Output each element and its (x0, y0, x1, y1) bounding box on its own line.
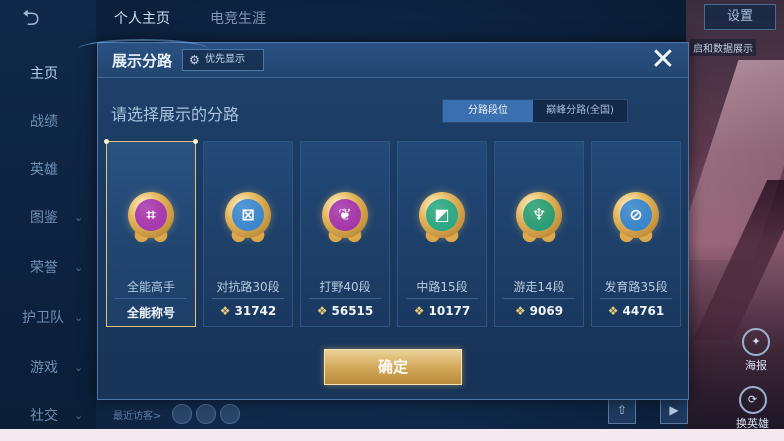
lane-card-value: ❖ 44761 (592, 304, 680, 318)
confirm-button[interactable]: 确定 (324, 349, 462, 385)
up-arrow-button[interactable]: ⇧ (608, 396, 636, 424)
lane-card-label: 发育路35段 (604, 280, 668, 294)
sidebar-item[interactable]: 英雄 (0, 158, 96, 182)
lane-card-value-text: 9069 (529, 304, 564, 318)
chevron-down-icon: ⌄ (74, 409, 84, 422)
lane-card-value-text: 31742 (234, 304, 277, 318)
sidebar-item-label: 图鉴 (30, 210, 58, 226)
sidebar-item[interactable]: 战绩 (0, 110, 96, 134)
roam-icon: ♆ (516, 192, 562, 245)
sidebar-item-label: 主页 (30, 66, 58, 82)
visitor-avatar[interactable] (172, 404, 192, 424)
gear-icon: ⚙ (189, 53, 200, 67)
sidebar-item-label: 荣誉 (30, 260, 58, 276)
priority-display-label: 优先显示 (205, 54, 245, 65)
tab-peak-lane-national[interactable]: 巅峰分路(全国) (533, 100, 627, 122)
all-round-icon: ⌗ (128, 192, 174, 245)
lane-card-label: 打野40段 (319, 280, 371, 294)
chevron-down-icon: ⌄ (74, 211, 84, 224)
display-lane-modal: 展示分路 ⚙ 优先显示 ✕ 请选择展示的分路 分路段位 巅峰分路(全国) ⌗ 全能… (78, 39, 689, 400)
chevron-down-icon: ⌄ (74, 361, 84, 374)
modal-title: 展示分路 (112, 52, 173, 70)
divider (503, 298, 575, 299)
sidebar-item[interactable]: 游戏 ⌄ (0, 356, 96, 380)
hero-artwork-background (673, 0, 784, 441)
tab-profile[interactable]: 个人主页 (114, 8, 170, 28)
visitor-avatar[interactable] (220, 404, 240, 424)
sidebar-item[interactable]: 荣誉 ⌄ (0, 256, 96, 280)
sidebar-item[interactable]: 护卫队 ⌄ (0, 306, 96, 330)
modal-subtitle: 请选择展示的分路 (111, 105, 240, 124)
recent-visitors-link[interactable]: 最近访客> (113, 407, 161, 422)
power-points-icon: ❖ (316, 304, 328, 318)
sidebar-item-label: 战绩 (30, 114, 58, 130)
poster-icon: ✦ (742, 328, 770, 356)
lane-card[interactable]: ⊠ 对抗路30段 ❖ 31742 (203, 141, 293, 327)
lane-card-value: ❖ 10177 (398, 304, 486, 318)
farm-lane-icon: ⊘ (613, 192, 659, 245)
power-points-icon: ❖ (514, 304, 526, 318)
jungle-dragon-icon: ❦ (322, 192, 368, 245)
data-display-link[interactable]: 启和数据展示 (690, 39, 756, 56)
lane-card-value: ❖ 31742 (204, 304, 292, 318)
divider (212, 298, 284, 299)
lane-card[interactable]: ⊘ 发育路35段 ❖ 44761 (591, 141, 681, 327)
divider (406, 298, 478, 299)
ranking-segmented-control: 分路段位 巅峰分路(全国) (442, 99, 628, 123)
sidebar-item-label: 英雄 (30, 162, 58, 178)
sidebar-item[interactable]: 主页 (0, 62, 96, 86)
lane-card-label: 游走14段 (513, 280, 565, 294)
settings-button[interactable]: 设置 (704, 4, 776, 30)
lane-card-value-text: 44761 (622, 304, 665, 318)
divider (115, 298, 187, 299)
chevron-down-icon: ⌄ (74, 261, 84, 274)
modal-header: 展示分路 ⚙ 优先显示 ✕ (78, 39, 688, 78)
change-hero-icon: ⟳ (738, 386, 767, 414)
lane-card-value-text: 56515 (331, 304, 374, 318)
lane-card-label: 全能高手 (126, 280, 175, 294)
power-points-icon: ❖ (219, 304, 231, 318)
poster-button[interactable]: ✦ 海报 (742, 328, 770, 373)
play-button[interactable]: ▶ (660, 396, 688, 424)
lane-card-value: ❖ 9069 (495, 304, 583, 318)
lane-card-value-text: 10177 (428, 304, 471, 318)
lane-card-value: ❖ 56515 (301, 304, 389, 318)
lane-card-label: 对抗路30段 (216, 280, 280, 294)
close-button[interactable]: ✕ (646, 43, 680, 77)
priority-display-button[interactable]: ⚙ 优先显示 (182, 49, 264, 71)
divider (600, 298, 672, 299)
sidebar-item-label: 游戏 (30, 360, 58, 376)
lane-card[interactable]: ◩ 中路15段 ❖ 10177 (397, 141, 487, 327)
chevron-down-icon: ⌄ (74, 311, 84, 324)
back-arrow-icon[interactable]: ⮌ (22, 8, 62, 30)
mid-lane-icon: ◩ (419, 192, 465, 245)
lane-card-value-text: 全能称号 (126, 306, 175, 320)
visitor-avatar[interactable] (196, 404, 216, 424)
clash-lane-icon: ⊠ (225, 192, 271, 245)
lane-card[interactable]: ♆ 游走14段 ❖ 9069 (494, 141, 584, 327)
poster-label: 海报 (745, 359, 767, 372)
power-points-icon: ❖ (413, 304, 425, 318)
sidebar-item-label: 社交 (30, 408, 58, 424)
bottom-strip (0, 429, 784, 441)
change-hero-button[interactable]: ⟳ 换英雄 (736, 386, 769, 431)
lane-card[interactable]: ❦ 打野40段 ❖ 56515 (300, 141, 390, 327)
sidebar-item-label: 护卫队 (22, 310, 64, 326)
power-points-icon: ❖ (607, 304, 619, 318)
sidebar-item[interactable]: 图鉴 ⌄ (0, 206, 96, 230)
sidebar-item[interactable]: 社交 ⌄ (0, 404, 96, 428)
divider (309, 298, 381, 299)
lane-card[interactable]: ⌗ 全能高手全能称号 (104, 139, 198, 327)
lane-card-label: 中路15段 (416, 280, 468, 294)
lane-card-value: 全能称号 (107, 304, 195, 321)
tab-esports-career[interactable]: 电竞生涯 (210, 8, 266, 28)
tab-lane-rank[interactable]: 分路段位 (443, 100, 533, 122)
